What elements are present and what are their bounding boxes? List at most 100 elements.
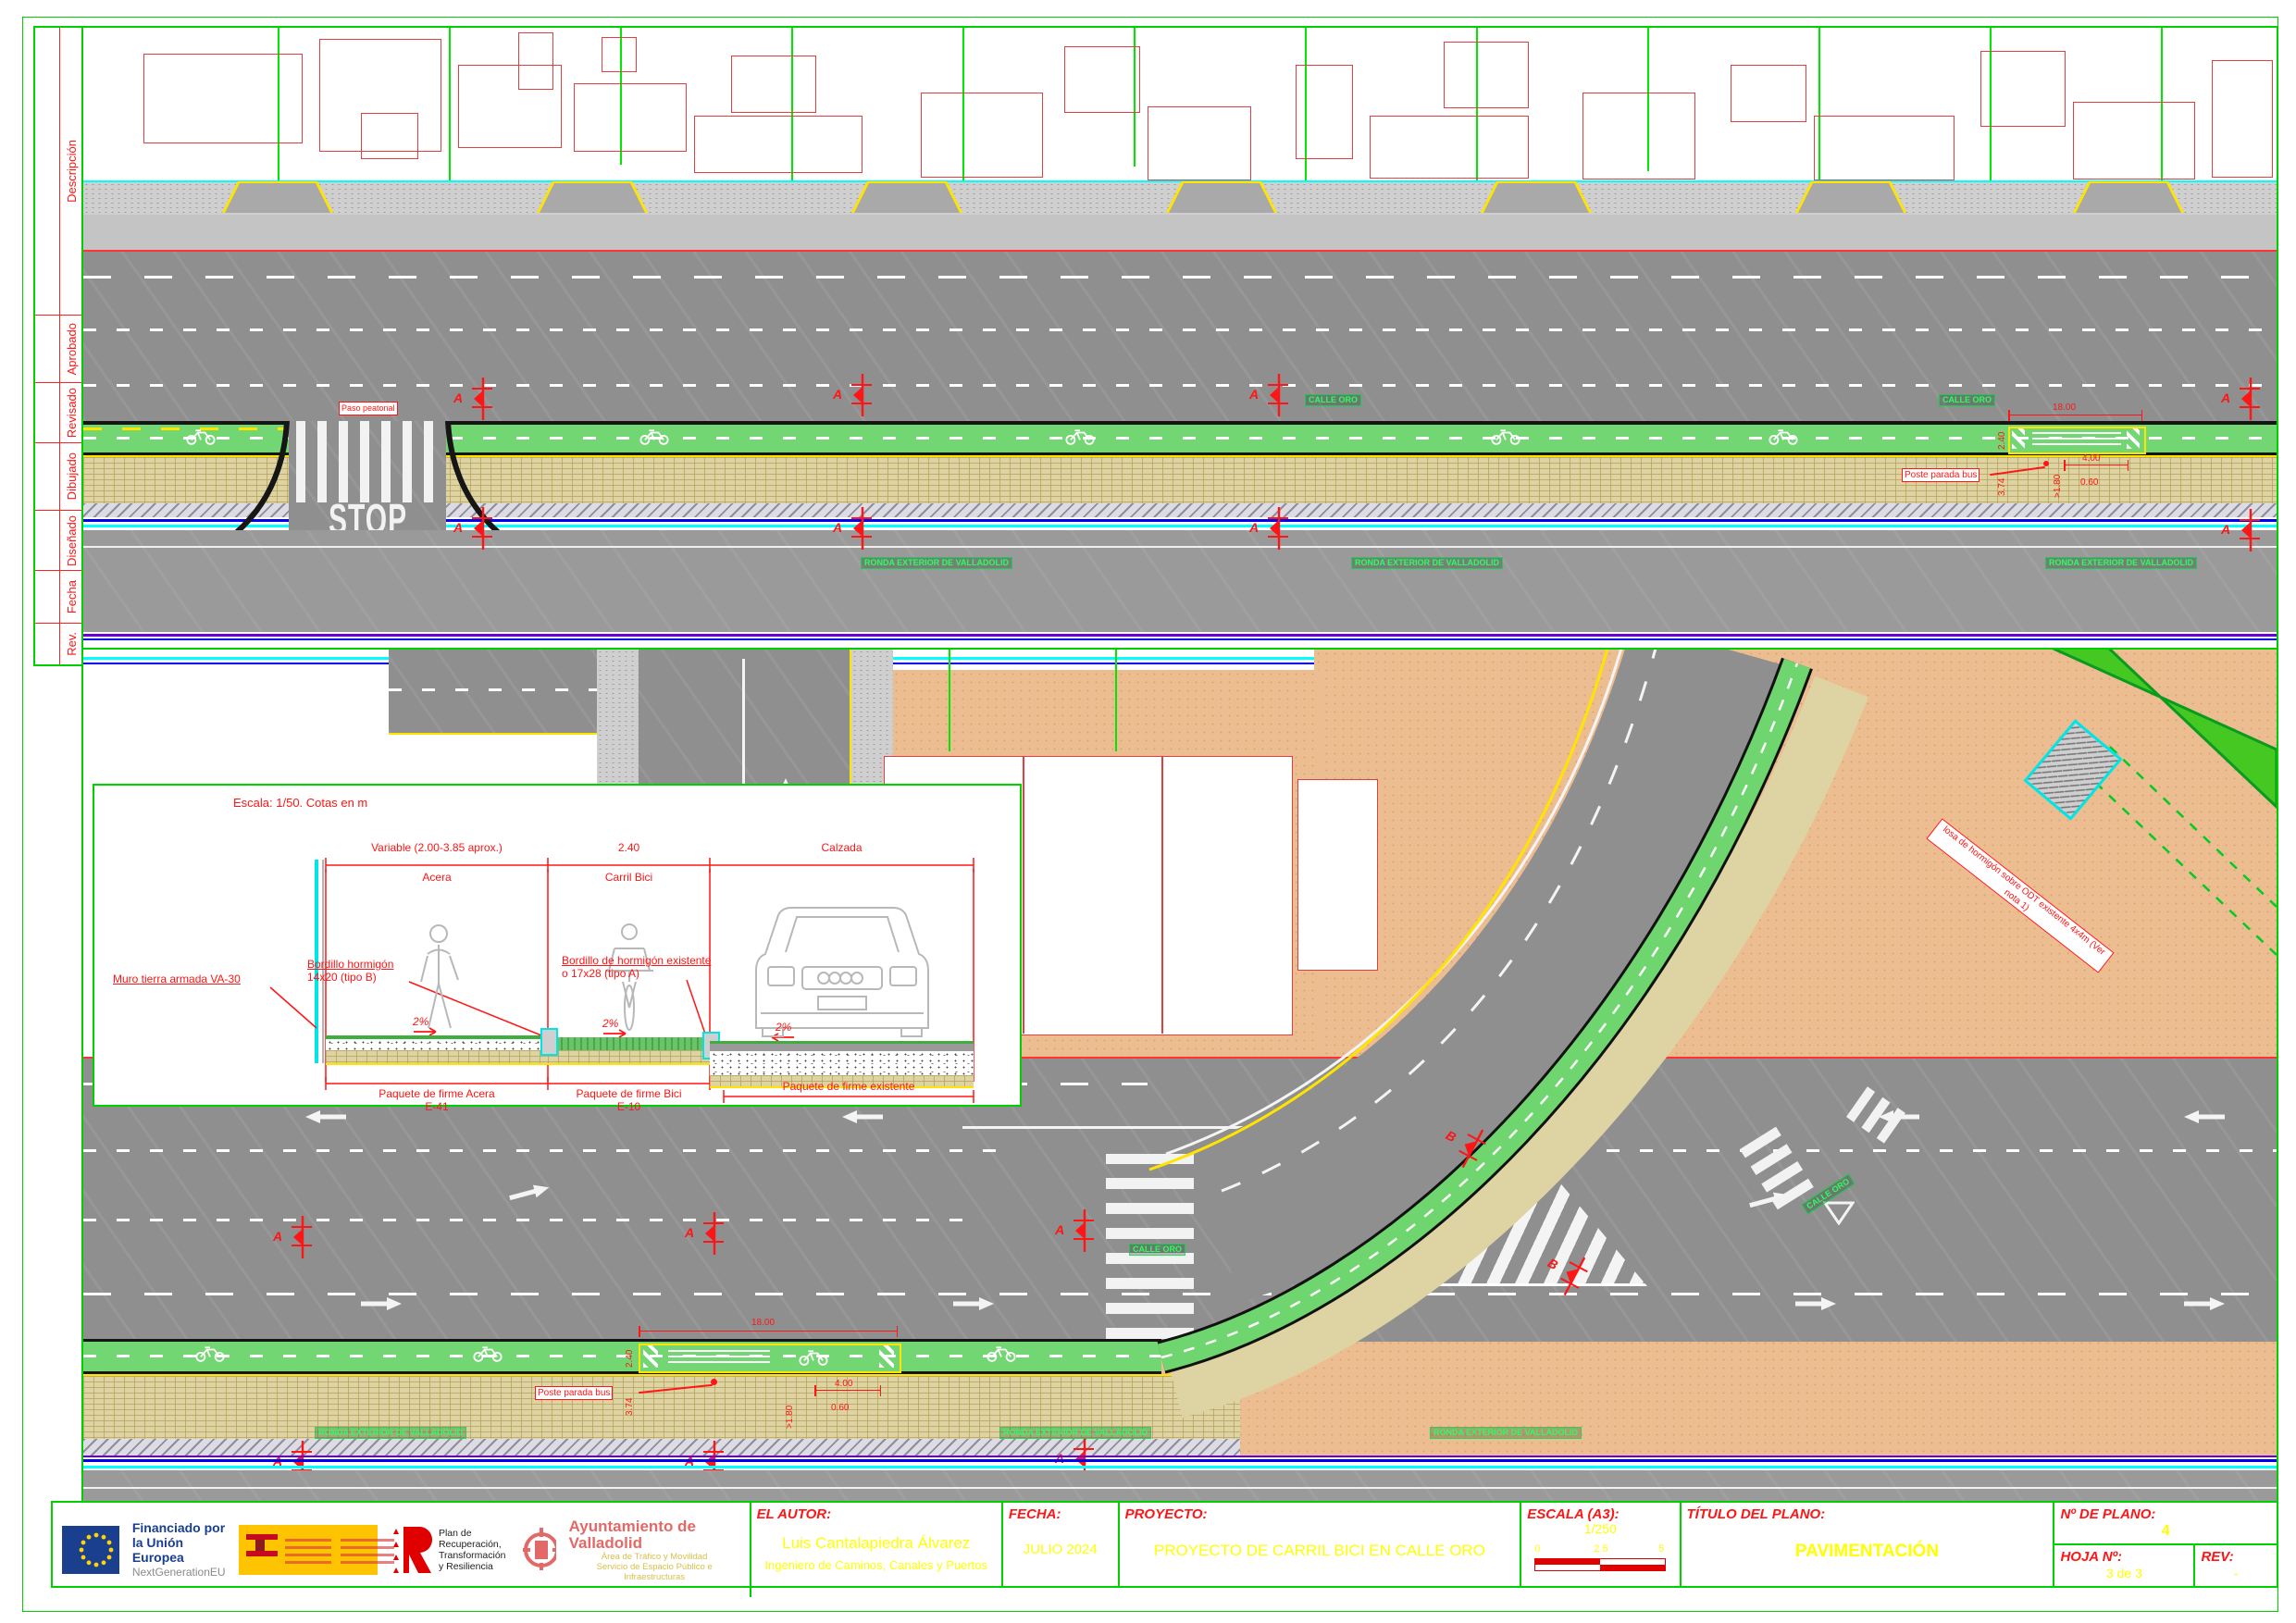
proyecto-label: PROYECTO: <box>1125 1506 1208 1522</box>
seg-bici-dim: 2.40 <box>548 841 710 854</box>
bus-stop-box <box>639 1344 901 1373</box>
firme-existente: Paquete de firme existente <box>724 1080 974 1093</box>
ayuntamiento-dept1: Área de Tráfico y Movilidad <box>569 1552 740 1562</box>
revision-row-dibujado: Dibujado <box>35 443 83 511</box>
autor-label: EL AUTOR: <box>757 1506 832 1522</box>
revision-row-rev: Rev. <box>35 624 83 664</box>
autor-name: Luis Cantalapiedra Álvarez <box>751 1534 1001 1553</box>
autor-title: Ingeniero de Caminos, Canales y Puertos <box>751 1558 1001 1572</box>
crossing-annotation: Paso peatonal <box>339 402 398 415</box>
prtr-line3: Transformación <box>439 1550 506 1561</box>
bordillo-a-label: Bordillo de hormigón existente <box>562 954 711 967</box>
eu-flag-icon <box>62 1526 119 1574</box>
slope-label: 2% <box>602 1017 618 1030</box>
title-block: Financiado por la Unión Europea NextGene… <box>51 1501 2278 1588</box>
fecha-label: FECHA: <box>1009 1506 1061 1522</box>
escala-label: ESCALA (A3): <box>1527 1506 1619 1522</box>
firme-acera: Paquete de firme Acera <box>326 1087 548 1100</box>
slope-label: 2% <box>776 1021 791 1034</box>
eu-funding-line2: la Unión Europea <box>132 1535 226 1565</box>
street-name-label: CALLE ORO <box>1939 394 1995 406</box>
gobierno-espana-logo <box>239 1525 378 1575</box>
title-proyecto-cell: PROYECTO: PROYECTO DE CARRIL BICI EN CAL… <box>1120 1503 1522 1586</box>
plan-view-bottom: CALLE ORO CALLE ORO 2.40 3.85 18.00 2.40… <box>81 648 2278 1505</box>
valladolid-crest-icon <box>519 1524 556 1576</box>
dim-walk-width: 3.74 <box>1997 478 2007 496</box>
revision-row-aprobado: Aprobado <box>35 316 83 383</box>
street-name-label: CALLE ORO <box>1129 1244 1185 1256</box>
dim-bike-width: 2.40 <box>1997 432 2007 450</box>
bus-post-label: Poste parada bus <box>1902 468 1980 482</box>
car-figure-icon <box>756 908 928 1036</box>
revision-row-descripcion: Descripción <box>35 28 83 316</box>
revision-row-disenado: Diseñado <box>35 511 83 571</box>
dim-bus-length: 18.00 <box>2053 403 2076 413</box>
prtr-line1: Plan de <box>439 1528 506 1539</box>
road-name-label: RONDA EXTERIOR DE VALLADOLID <box>2045 557 2197 569</box>
existing-sidewalk <box>83 215 2277 252</box>
title-num-cell: Nº DE PLANO: 4 HOJA Nº: 3 de 3 REV: - <box>2054 1503 2277 1586</box>
revision-label: Dibujado <box>65 452 79 500</box>
bordillo-b-label: Bordillo hormigón <box>307 958 393 971</box>
road-name-label: RONDA EXTERIOR DE VALLADOLID <box>861 557 1012 569</box>
revision-table: Descripción Aprobado Revisado Dibujado D… <box>33 26 85 666</box>
dim-post-offset: 4.00 <box>2082 453 2100 464</box>
prtr-logo-icon <box>391 1525 433 1575</box>
fecha-value: JULIO 2024 <box>1003 1542 1118 1557</box>
revision-label: Revisado <box>65 388 79 438</box>
stub-road <box>389 650 597 735</box>
dim-post-side: 0.60 <box>831 1403 849 1413</box>
terrain-area <box>1161 1339 2277 1457</box>
bus-stop-box <box>2008 427 2146 454</box>
proyecto-value: PROYECTO DE CARRIL BICI EN CALLE ORO <box>1120 1542 1520 1560</box>
title-fecha-cell: FECHA: JULIO 2024 <box>1003 1503 1120 1586</box>
bordillo-a-label2: o 17x28 (tipo A) <box>562 967 639 980</box>
ayuntamiento-dept2: Servicio de Espacio Público e Infraestru… <box>569 1562 740 1582</box>
prtr-line2: Recuperación, <box>439 1539 506 1550</box>
eu-funding-line3: NextGenerationEU <box>132 1565 226 1580</box>
revision-label: Diseñado <box>65 515 79 566</box>
slope-label: 2% <box>413 1015 428 1028</box>
pedestrian-crossing-zebra <box>296 421 439 502</box>
dim-clearance: >1.80 <box>785 1406 795 1429</box>
plano-value: 4 <box>2054 1523 2277 1540</box>
road-name-label: RONDA EXTERIOR DE VALLADOLID <box>1430 1427 1582 1439</box>
seg-acera: Acera <box>326 871 548 884</box>
ayuntamiento-name: Ayuntamiento de Valladolid <box>569 1518 740 1552</box>
titulo-value: PAVIMENTACIÓN <box>1682 1542 2054 1562</box>
title-autor-cell: EL AUTOR: Luis Cantalapiedra Álvarez Ing… <box>751 1503 1003 1586</box>
scale-bar <box>1534 1558 1666 1571</box>
firme-bici-code: E-10 <box>548 1100 710 1113</box>
revision-row-revisado: Revisado <box>35 383 83 443</box>
plano-label: Nº DE PLANO: <box>2060 1506 2155 1522</box>
title-logos-cell: Financiado por la Unión Europea NextGene… <box>53 1503 751 1597</box>
street-name-label: CALLE ORO <box>1305 394 1361 406</box>
eu-funding-line1: Financiado por <box>132 1520 226 1535</box>
revision-label: Descripción <box>65 140 79 203</box>
utility-line-purple <box>83 634 2277 637</box>
seg-calzada: Calzada <box>710 841 974 854</box>
bordillo-b-label2: 14x20 (tipo B) <box>307 971 377 984</box>
title-escala-cell: ESCALA (A3): 1/250 0 2.5 5 <box>1521 1503 1681 1586</box>
bus-post-label: Poste parada bus <box>535 1386 613 1400</box>
title-titulo-cell: TÍTULO DEL PLANO: PAVIMENTACIÓN <box>1682 1503 2055 1586</box>
rev-value: - <box>2195 1566 2277 1580</box>
drawing-sheet: Descripción Aprobado Revisado Dibujado D… <box>0 0 2296 1623</box>
pedestrian-figure-icon <box>421 925 458 1028</box>
rev-label: REV: <box>2201 1549 2233 1565</box>
dim-post-side: 0.60 <box>2080 477 2098 488</box>
hoja-label: HOJA Nº: <box>2060 1549 2122 1565</box>
seg-bici: Carril Bici <box>548 871 710 884</box>
prtr-line4: y Resiliencia <box>439 1561 506 1572</box>
revision-label: Fecha <box>65 580 79 613</box>
road-name-label: RONDA EXTERIOR DE VALLADOLID <box>999 1427 1151 1439</box>
road-name-label: RONDA EXTERIOR DE VALLADOLID <box>315 1427 466 1439</box>
firme-bici: Paquete de firme Bici <box>548 1087 710 1100</box>
hoja-value: 3 de 3 <box>2054 1566 2193 1580</box>
titulo-label: TÍTULO DEL PLANO: <box>1687 1506 1826 1522</box>
dim-bike-width: 2.40 <box>625 1350 635 1368</box>
revision-label: Rev. <box>65 632 79 656</box>
dim-post-offset: 4.00 <box>835 1379 852 1389</box>
muro-label: Muro tierra armada VA-30 <box>113 973 241 985</box>
revision-label: Aprobado <box>65 323 79 375</box>
